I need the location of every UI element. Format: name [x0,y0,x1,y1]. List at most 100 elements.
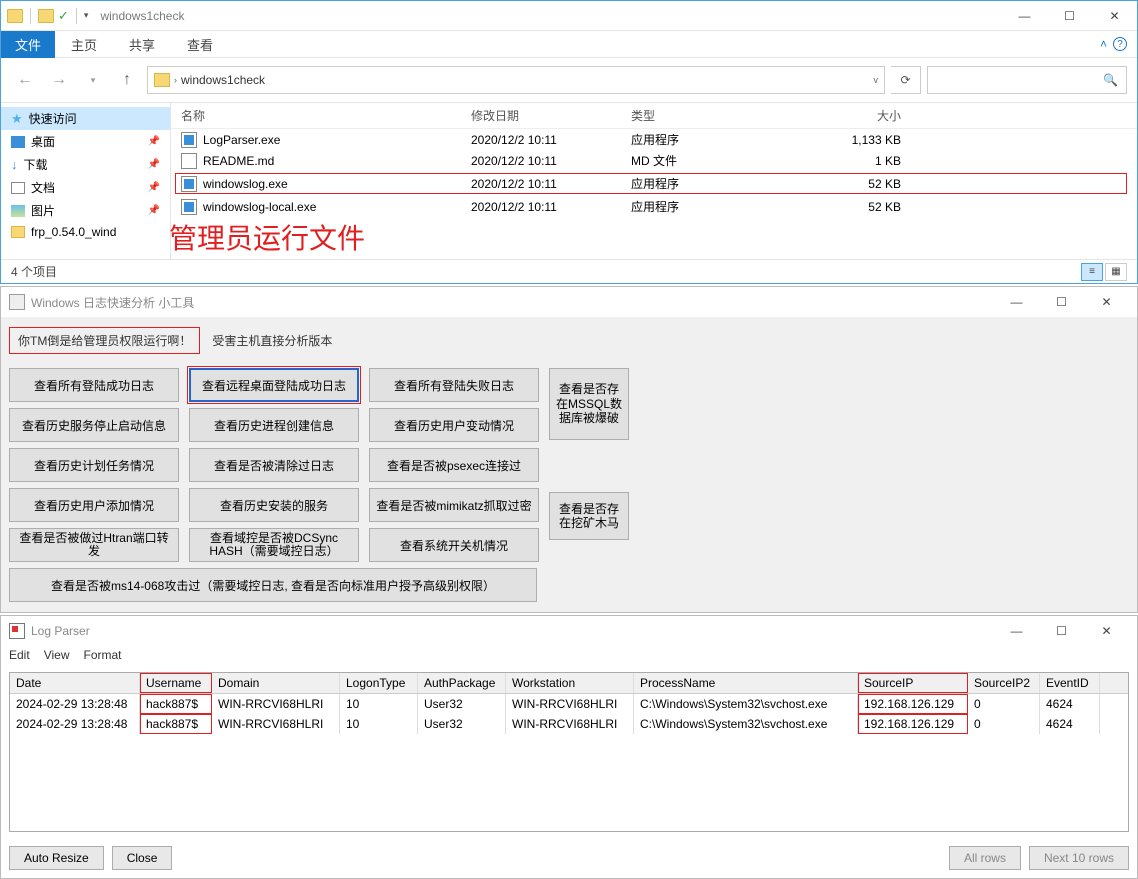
file-row[interactable]: README.md 2020/12/2 10:11 MD 文件 1 KB [171,150,1137,171]
btn-user-change[interactable]: 查看历史用户变动情况 [369,408,539,442]
col-username[interactable]: Username [140,673,212,693]
folder-icon[interactable] [38,9,54,23]
minimize-button[interactable]: — [1002,1,1047,31]
forward-button[interactable]: → [45,66,73,94]
breadcrumb[interactable]: windows1check [181,73,265,87]
btn-dcsync[interactable]: 查看域控是否被DCSync HASH（需要域控日志） [189,528,359,562]
file-name: windowslog.exe [203,177,471,191]
menu-edit[interactable]: Edit [9,648,30,662]
sidebar-item-pictures[interactable]: 图片 📌 [1,199,170,222]
menu-bar: Edit View Format [1,646,1137,664]
col-eventid[interactable]: EventID [1040,673,1100,693]
btn-task-history[interactable]: 查看历史计划任务情况 [9,448,179,482]
ribbon-collapse-icon[interactable]: ˄ [1100,37,1107,51]
col-domain[interactable]: Domain [212,673,340,693]
col-workstation[interactable]: Workstation [506,673,634,693]
btn-power[interactable]: 查看系统开关机情况 [369,528,539,562]
btn-service-history[interactable]: 查看历史服务停止启动信息 [9,408,179,442]
analyzer-titlebar[interactable]: Windows 日志快速分析 小工具 — ☐ ✕ [1,287,1137,317]
btn-mining[interactable]: 查看是否存在挖矿木马 [549,492,629,540]
chevron-down-icon[interactable]: ▾ [84,10,89,21]
logparser-titlebar[interactable]: Log Parser — ☐ ✕ [1,616,1137,646]
icons-view-button[interactable]: ▦ [1105,263,1127,281]
close-button[interactable]: ✕ [1084,287,1129,317]
grid-row[interactable]: 2024-02-29 13:28:48 hack887$ WIN-RRCVI68… [10,694,1128,714]
sidebar-item-desktop[interactable]: 桌面 📌 [1,130,170,153]
btn-ms14-068[interactable]: 查看是否被ms14-068攻击过（需要域控日志, 查看是否向标准用户授予高级别权… [9,568,537,602]
maximize-button[interactable]: ☐ [1039,616,1084,646]
history-chevron[interactable]: ▾ [79,66,107,94]
btn-process-history[interactable]: 查看历史进程创建信息 [189,408,359,442]
result-grid[interactable]: Date Username Domain LogonType AuthPacka… [9,672,1129,832]
ribbon-home[interactable]: 主页 [55,31,113,58]
document-icon [11,182,25,194]
explorer-titlebar[interactable]: ✓ ▾ windows1check — ☐ ✕ [1,1,1137,31]
sidebar-item-documents[interactable]: 文档 📌 [1,176,170,199]
sidebar-label: frp_0.54.0_wind [31,225,116,239]
chevron-right-icon[interactable]: › [174,75,177,85]
maximize-button[interactable]: ☐ [1039,287,1084,317]
btn-all-login-success[interactable]: 查看所有登陆成功日志 [9,368,179,402]
exe-icon [181,132,197,148]
menu-format[interactable]: Format [83,648,121,662]
minimize-button[interactable]: — [994,616,1039,646]
file-row[interactable]: LogParser.exe 2020/12/2 10:11 应用程序 1,133… [171,129,1137,150]
col-date[interactable]: 修改日期 [471,107,631,124]
cell-username: hack887$ [140,694,212,714]
annotation-overlay: 管理员运行文件 [169,217,365,257]
sidebar-item-downloads[interactable]: ↓ 下载 📌 [1,153,170,176]
all-rows-button[interactable]: All rows [949,846,1021,870]
back-button[interactable]: ← [11,66,39,94]
cell-processname: C:\Windows\System32\svchost.exe [634,714,858,734]
btn-service-install[interactable]: 查看历史安装的服务 [189,488,359,522]
col-sourceip[interactable]: SourceIP [858,673,968,693]
folder-icon [154,73,170,87]
close-button[interactable]: ✕ [1092,1,1137,31]
col-size[interactable]: 大小 [781,107,901,124]
details-view-button[interactable]: ≡ [1081,263,1103,281]
up-button[interactable]: ↑ [113,66,141,94]
help-icon[interactable]: ? [1113,37,1127,51]
btn-htran[interactable]: 查看是否被做过Htran端口转发 [9,528,179,562]
col-date[interactable]: Date [10,673,140,693]
btn-user-add-history[interactable]: 查看历史用户添加情况 [9,488,179,522]
cell-logontype: 10 [340,694,418,714]
ribbon-share[interactable]: 共享 [113,31,171,58]
btn-log-cleared[interactable]: 查看是否被清除过日志 [189,448,359,482]
col-sourceip2[interactable]: SourceIP2 [968,673,1040,693]
close-button[interactable]: ✕ [1084,616,1129,646]
check-icon[interactable]: ✓ [58,8,69,24]
col-name[interactable]: 名称 [181,107,471,124]
close-button[interactable]: Close [112,846,173,870]
btn-psexec[interactable]: 查看是否被psexec连接过 [369,448,539,482]
exe-icon [181,176,197,192]
sidebar-label: 图片 [31,202,55,219]
auto-resize-button[interactable]: Auto Resize [9,846,104,870]
nav-pane: ★ 快速访问 桌面 📌 ↓ 下载 📌 文档 📌 图片 📌 [1,103,171,259]
search-input[interactable]: 🔍 [927,66,1127,94]
btn-mssql-brute[interactable]: 查看是否存在MSSQL数据库被爆破 [549,368,629,440]
col-logontype[interactable]: LogonType [340,673,418,693]
btn-all-login-fail[interactable]: 查看所有登陆失败日志 [369,368,539,402]
next-rows-button[interactable]: Next 10 rows [1029,846,1129,870]
address-bar[interactable]: › windows1check v [147,66,885,94]
file-row[interactable]: windowslog.exe 2020/12/2 10:11 应用程序 52 K… [175,173,1127,194]
sidebar-item-folder[interactable]: frp_0.54.0_wind [1,222,170,242]
ribbon-view[interactable]: 查看 [171,31,229,58]
col-type[interactable]: 类型 [631,107,781,124]
menu-view[interactable]: View [44,648,70,662]
minimize-button[interactable]: — [994,287,1039,317]
ribbon-file[interactable]: 文件 [1,31,55,58]
maximize-button[interactable]: ☐ [1047,1,1092,31]
btn-mimikatz[interactable]: 查看是否被mimikatz抓取过密 [369,488,539,522]
col-processname[interactable]: ProcessName [634,673,858,693]
file-size: 1 KB [781,154,901,168]
file-row[interactable]: windowslog-local.exe 2020/12/2 10:11 应用程… [171,196,1137,217]
col-authpackage[interactable]: AuthPackage [418,673,506,693]
chevron-down-icon[interactable]: v [874,75,879,85]
pin-icon: 📌 [148,182,160,193]
sidebar-quick-access[interactable]: ★ 快速访问 [1,107,170,130]
grid-row[interactable]: 2024-02-29 13:28:48 hack887$ WIN-RRCVI68… [10,714,1128,734]
btn-rdp-login-success[interactable]: 查看远程桌面登陆成功日志 [189,368,359,402]
refresh-button[interactable]: ⟳ [891,66,921,94]
